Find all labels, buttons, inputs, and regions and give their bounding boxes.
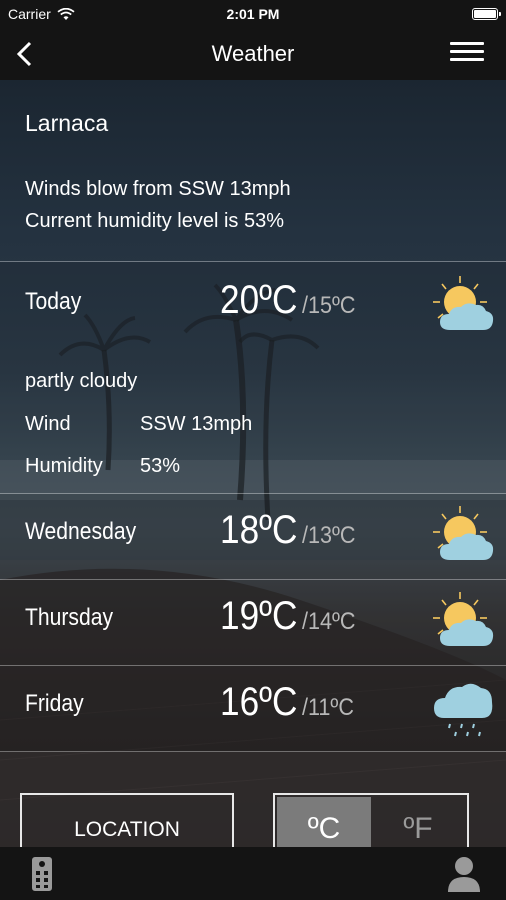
back-button[interactable] — [12, 40, 36, 68]
profile-tab-button[interactable] — [446, 855, 482, 893]
status-time: 2:01 PM — [226, 6, 280, 22]
day-name: Friday — [25, 690, 84, 717]
temperature: 16ºC /11ºC — [220, 680, 360, 725]
fahrenheit-option[interactable]: ºF — [371, 797, 465, 849]
day-name: Today — [25, 288, 82, 315]
temp-low: /11ºC — [302, 694, 354, 721]
temp-high: 16ºC — [220, 680, 298, 724]
humidity-summary: Current humidity level is 53% — [25, 210, 284, 232]
forecast-row-friday[interactable]: Friday 16ºC /11ºC — [0, 666, 506, 752]
humidity-label: Humidity — [25, 455, 103, 477]
celsius-option[interactable]: ºC — [277, 797, 371, 849]
temperature: 18ºC /13ºC — [220, 508, 361, 553]
temperature: 19ºC /14ºC — [220, 594, 361, 639]
partly-cloudy-icon — [433, 276, 494, 330]
location-button[interactable]: LOCATION — [20, 793, 234, 853]
partly-cloudy-icon — [433, 592, 494, 646]
forecast-row-wednesday[interactable]: Wednesday 18ºC /13ºC — [0, 494, 506, 580]
unit-toggle: ºC ºF — [273, 793, 469, 853]
day-name: Wednesday — [25, 518, 137, 545]
wind-summary: Winds blow from SSW 13mph — [25, 178, 291, 200]
temp-low: /15ºC — [302, 292, 356, 319]
remote-tab-button[interactable] — [30, 855, 54, 893]
city-name: Larnaca — [25, 110, 109, 136]
wind-value: SSW 13mph — [140, 413, 253, 435]
remote-control-icon — [32, 857, 52, 891]
wind-label: Wind — [25, 413, 71, 435]
page-title: Weather — [211, 41, 295, 66]
location-button-label: LOCATION — [74, 818, 180, 841]
temp-high: 19ºC — [220, 594, 298, 638]
today-description: partly cloudy — [25, 370, 138, 392]
temperature: 20ºC /15ºC — [220, 278, 361, 323]
user-profile-icon — [448, 857, 480, 892]
battery-icon — [472, 8, 501, 20]
forecast-row-thursday[interactable]: Thursday 19ºC /14ºC — [0, 580, 506, 666]
rain-cloud-icon — [434, 683, 493, 737]
temp-low: /13ºC — [302, 522, 356, 549]
temp-high: 20ºC — [220, 278, 298, 322]
partly-cloudy-icon — [433, 506, 494, 560]
bottom-tab-bar — [0, 847, 506, 900]
today-humidity: Humidity 53% — [25, 455, 180, 478]
chevron-left-icon — [16, 41, 32, 67]
status-bar: Carrier 2:01 PM — [0, 0, 506, 28]
settings-controls: LOCATION ºC ºF — [0, 793, 506, 853]
day-name: Thursday — [25, 604, 114, 631]
menu-button[interactable] — [450, 42, 484, 66]
hamburger-menu-icon — [450, 42, 484, 61]
temp-low: /14ºC — [302, 608, 356, 635]
today-wind: Wind SSW 13mph — [25, 413, 252, 436]
current-conditions: Larnaca Winds blow from SSW 13mph Curren… — [0, 80, 506, 262]
temp-high: 18ºC — [220, 508, 298, 552]
humidity-value: 53% — [140, 455, 181, 477]
weather-content: Larnaca Winds blow from SSW 13mph Curren… — [0, 80, 506, 752]
navigation-bar: Weather — [0, 28, 506, 80]
